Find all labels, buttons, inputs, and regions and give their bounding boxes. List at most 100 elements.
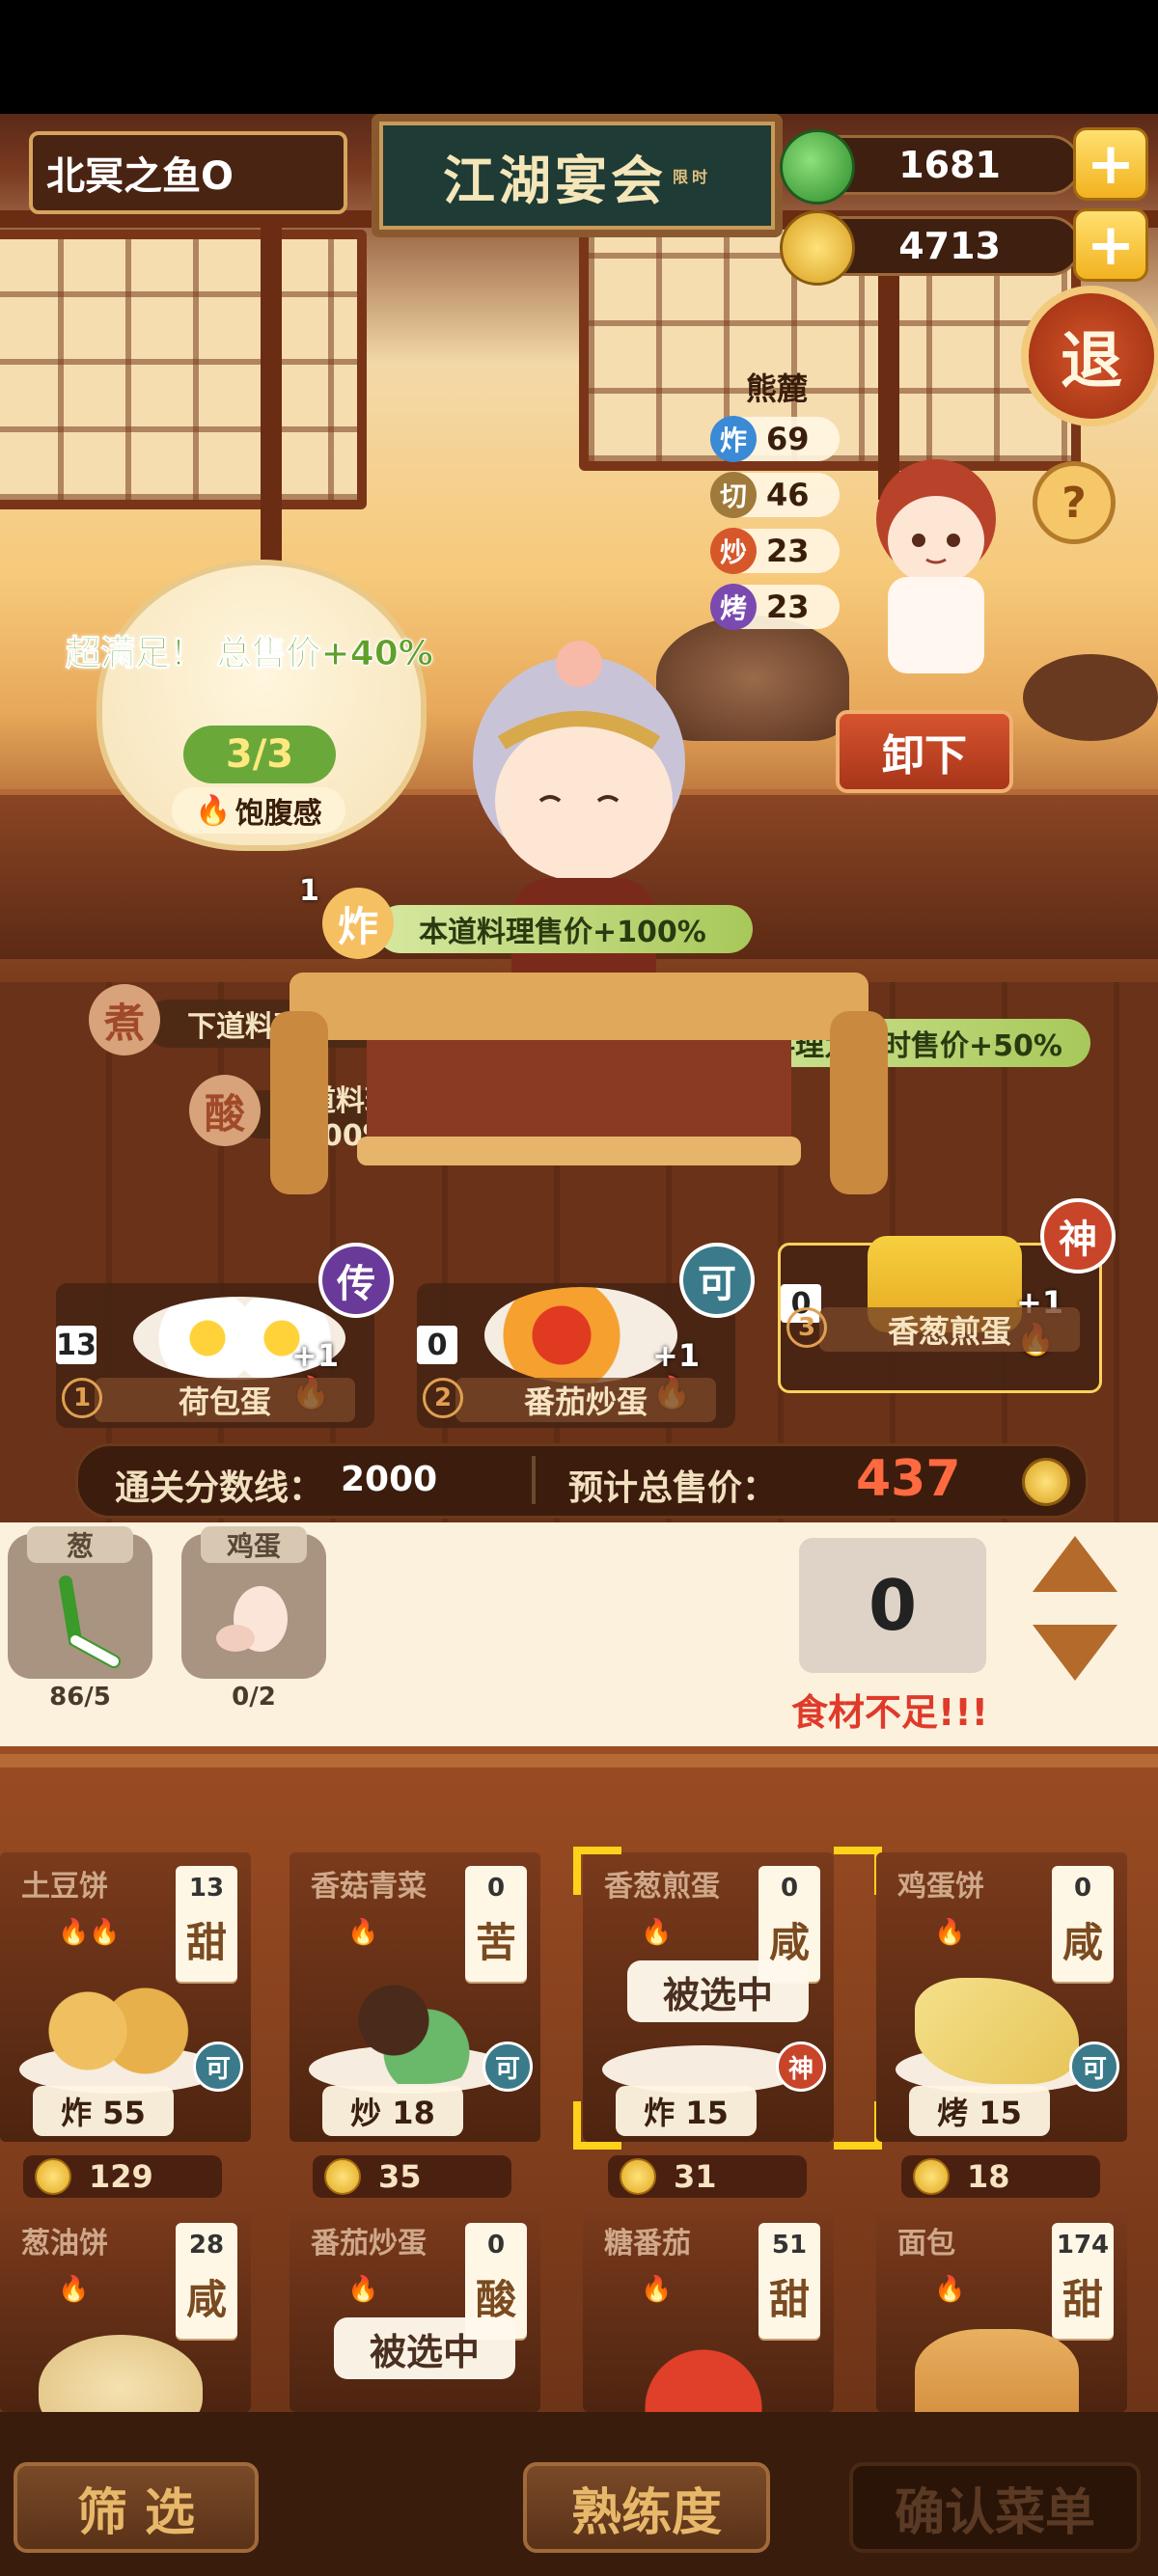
insufficient-warning: 食材不足!!! — [791, 1691, 988, 1734]
fire-icon: 🔥 — [195, 793, 232, 828]
pass-score-value: 2000 — [341, 1460, 438, 1499]
fire-icon: 🔥 — [641, 2275, 673, 2304]
slot-count: 0 — [417, 1326, 457, 1364]
fire-icon: 🔥 — [641, 1918, 673, 1947]
dish-card-egg-pancake[interactable]: 鸡蛋饼 0咸 🔥 烤 15 可 — [876, 1852, 1127, 2142]
increase-arrow-icon[interactable] — [1033, 1536, 1117, 1592]
dish-price: 129 — [23, 2155, 222, 2198]
dish-stock-value: 0 — [780, 1874, 799, 1903]
selection-corner — [573, 2101, 621, 2150]
dish-name: 面包 — [897, 2227, 955, 2261]
dish-name: 香菇青菜 — [311, 1870, 427, 1904]
grade-badge: 可 — [482, 2042, 533, 2092]
slot-dish-name: 荷包蛋 — [95, 1378, 355, 1422]
dish-card-tomato-egg[interactable]: 番茄炒蛋 0酸 🔥 被选中 — [290, 2209, 540, 2412]
shelf-rail — [0, 1754, 1158, 1768]
fire-icon: 🔥🔥 — [58, 1918, 121, 1947]
fire-icon: 🔥 — [347, 2275, 379, 2304]
rank-passable-badge: 可 — [679, 1243, 755, 1318]
dish-technique: 炒 18 — [322, 2086, 463, 2136]
slot-dish-name: 番茄炒蛋 — [455, 1378, 716, 1422]
dish-card-mushroom-greens[interactable]: 香菇青菜 0 苦 🔥 炒 18 可 — [290, 1852, 540, 2142]
skill-value: 23 — [766, 533, 810, 569]
event-tag: 限时 — [672, 168, 711, 186]
boil-buff-icon: 煮 — [89, 984, 160, 1055]
quantity-display: 0 — [799, 1538, 986, 1673]
dish-card-potato-cake[interactable]: 土豆饼 13 甜 🔥🔥 炸 55 可 — [0, 1852, 251, 2142]
selection-corner — [834, 1847, 882, 1895]
egg-icon — [216, 1586, 288, 1652]
ingredient-count: 86/5 — [49, 1683, 111, 1712]
slot-bonus-text: +1 — [652, 1337, 701, 1374]
fullness-badge: 🔥 饱腹感 — [172, 787, 345, 834]
dish-name: 番茄炒蛋 — [311, 2227, 427, 2261]
jade-icon — [780, 129, 855, 205]
dish-taste: 咸 — [1062, 1919, 1103, 1966]
paper-window-left — [0, 230, 367, 509]
ingredient-card-scallion[interactable]: 葱 — [8, 1526, 152, 1679]
selection-corner — [834, 2101, 882, 2150]
dish-card-scallion-pancake[interactable]: 葱油饼 28 咸 🔥 — [0, 2209, 251, 2412]
dish-stock-value: 51 — [771, 2231, 808, 2260]
slot-count: 13 — [56, 1326, 96, 1364]
slot-dish-name: 香葱煎蛋 — [819, 1307, 1080, 1352]
jade-amount: 1681 — [898, 144, 1001, 186]
dish-name: 葱油饼 — [21, 2227, 108, 2261]
decrease-arrow-icon[interactable] — [1033, 1625, 1117, 1681]
dish-stock-value: 0 — [486, 1874, 506, 1903]
unload-button[interactable]: 卸下 — [836, 710, 1013, 793]
proficiency-button[interactable]: 熟练度 — [523, 2462, 770, 2553]
exit-button[interactable]: 退 — [1021, 286, 1158, 426]
potato-cake-image — [39, 1978, 203, 2084]
dish-taste: 苦 — [475, 1919, 516, 1966]
help-button[interactable]: ? — [1033, 461, 1116, 544]
skill-value: 46 — [766, 477, 810, 513]
dish-stock-value: 0 — [1073, 1874, 1092, 1903]
ingredient-name: 葱 — [27, 1526, 133, 1563]
dish-card-sugar-tomato[interactable]: 糖番茄 51 甜 🔥 — [583, 2209, 834, 2412]
dish-stock-value: 28 — [188, 2231, 225, 2260]
add-coins-button[interactable]: + — [1073, 208, 1148, 282]
dish-price-value: 35 — [378, 2158, 422, 2195]
skill-value: 23 — [766, 589, 810, 625]
grade-badge: 可 — [193, 2042, 243, 2092]
dish-card-scallion-omelette[interactable]: 香葱煎蛋 0咸 🔥 炸 15 神 被选中 — [583, 1852, 834, 2142]
score-bar: 通关分数线： 2000 预计总售价： 437 — [75, 1443, 1089, 1519]
coin-icon — [35, 2158, 71, 2195]
coin-icon — [324, 2158, 361, 2195]
dish-card-bread[interactable]: 面包 174 甜 🔥 — [876, 2209, 1127, 2412]
slot-index: 2 — [423, 1378, 463, 1418]
filter-button[interactable]: 筛 选 — [14, 2462, 259, 2553]
chopping-block — [1023, 654, 1158, 741]
dish-taste: 甜 — [185, 1919, 227, 1966]
event-title-sign: 江湖宴会 限时 — [372, 114, 783, 237]
coin-icon — [913, 2158, 950, 2195]
fry-buff-icon: 炸 — [322, 888, 394, 959]
buff-level: 1 — [299, 874, 319, 908]
stirfry-icon: 炒 — [710, 528, 757, 574]
ingredient-count: 0/2 — [232, 1683, 276, 1712]
fire-icon: 🔥 — [934, 1918, 966, 1947]
dish-price-value: 18 — [967, 2158, 1010, 2195]
slot-index: 1 — [62, 1378, 102, 1418]
chef-character[interactable] — [849, 452, 1023, 673]
fullness-label: 饱腹感 — [234, 797, 322, 831]
buff-fry-price: 本道料理售价+100% — [376, 905, 753, 953]
dish-name: 糖番茄 — [604, 2227, 691, 2261]
fullness-ratio: 3/3 — [183, 726, 336, 783]
dish-stock: 28 咸 — [176, 2223, 237, 2339]
player-name[interactable]: 北冥之鱼O — [29, 131, 347, 214]
confirm-menu-button[interactable]: 确认菜单 — [849, 2462, 1141, 2553]
fire-icon: 🔥 — [347, 1918, 379, 1947]
dish-name: 鸡蛋饼 — [897, 1870, 984, 1904]
sugar-tomato-image — [621, 2344, 786, 2412]
add-jade-button[interactable]: + — [1073, 127, 1148, 201]
dish-stock: 174 甜 — [1052, 2223, 1114, 2339]
ingredient-card-egg[interactable]: 鸡蛋 — [181, 1526, 326, 1679]
scallion-pancake-image — [39, 2335, 203, 2412]
egg-pancake-image — [915, 1978, 1079, 2084]
rank-divine-badge: 神 — [1040, 1198, 1116, 1274]
coin-amount: 4713 — [898, 225, 1001, 267]
skill-cut: 切 46 — [710, 472, 840, 518]
dining-table — [270, 973, 888, 1194]
